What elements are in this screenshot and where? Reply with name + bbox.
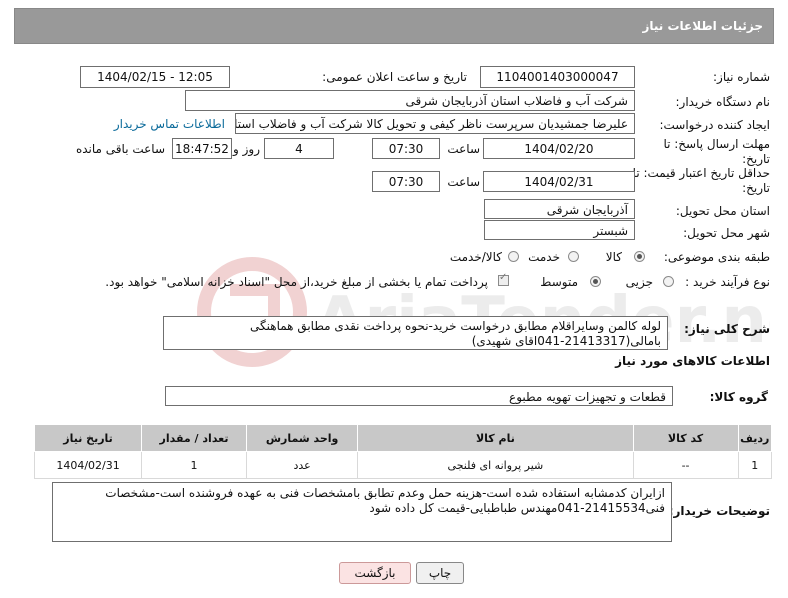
price-validity-label: حداقل تاریخ اعتبار قیمت: تا تاریخ: (632, 166, 770, 195)
print-button[interactable]: چاپ (416, 562, 464, 584)
col-unit: واحد شمارش (246, 424, 359, 452)
province-field: آذربایجان شرقی (484, 199, 635, 219)
col-goods-code: کد کالا (632, 424, 739, 452)
category-label: طبقه بندی موضوعی: (663, 250, 770, 264)
buyer-notes-field: ازایران کدمشابه استفاده شده است-هزینه حم… (52, 482, 672, 542)
contact-info-link[interactable]: اطلاعات تماس خریدار (114, 117, 225, 131)
announce-field: 1404/02/15 - 12:05 (80, 66, 230, 88)
city-field: شبستر (484, 220, 635, 240)
buyer-notes-label: توضیحات خریدار: (668, 504, 770, 518)
province-label: استان محل تحویل: (675, 204, 770, 218)
category-radio-goods-service[interactable] (508, 251, 519, 262)
col-quantity: تعداد / مقدار (141, 424, 248, 452)
need-date: 1404/02/31 (33, 451, 143, 479)
col-goods-name: نام کالا (357, 424, 634, 452)
reply-time-label: ساعت (447, 142, 480, 156)
announce-label: تاریخ و ساعت اعلان عمومی: (322, 70, 467, 84)
table-row: 1 -- شیر پروانه ای فلنجی عدد 1 1404/02/3… (33, 451, 773, 479)
price-time-label: ساعت (447, 175, 480, 189)
price-date-field: 1404/02/31 (483, 171, 635, 192)
quantity: 1 (141, 451, 248, 479)
days-label: روز و (233, 142, 260, 156)
treasury-payment-note: پرداخت تمام یا بخشی از مبلغ خرید،از محل … (105, 275, 488, 289)
process-radio-medium[interactable] (590, 276, 601, 287)
process-radio-minor[interactable] (663, 276, 674, 287)
goods-name: شیر پروانه ای فلنجی (357, 451, 634, 479)
row-number: 1 (737, 451, 773, 479)
reply-date-field: 1404/02/20 (483, 138, 635, 159)
col-need-date: تاریخ نیاز (33, 424, 143, 452)
buyer-org-label: نام دستگاه خریدار: (675, 95, 771, 109)
city-label: شهر محل تحویل: (683, 226, 770, 240)
goods-info-title: اطلاعات کالاهای مورد نیاز (615, 354, 770, 368)
summary-label: شرح کلی نیاز: (684, 322, 770, 336)
goods-group-field: قطعات و تجهیزات تهویه مطبوع (165, 386, 673, 406)
category-option-service: خدمت (528, 250, 560, 264)
need-number-field: 1104001403000047 (480, 66, 635, 88)
requester-field: علیرضا جمشیدیان سرپرست ناظر کیفی و تحویل… (235, 113, 635, 134)
category-option-goods: کالا (605, 250, 622, 264)
items-table-header: ردیف کد کالا نام کالا واحد شمارش تعداد /… (33, 424, 773, 452)
category-option-goods-service: کالا/خدمت (449, 250, 502, 264)
unit: عدد (246, 451, 359, 479)
buyer-org-field: شرکت آب و فاضلاب استان آذربایجان شرقی (185, 90, 635, 111)
goods-group-label: گروه کالا: (709, 390, 768, 404)
summary-field: لوله کالمن وسایراقلام مطابق درخواست خرید… (163, 316, 668, 350)
process-option-minor: جزیی (625, 275, 653, 289)
remaining-time-field: 18:47:52 (172, 138, 232, 159)
reply-time-field: 07:30 (372, 138, 440, 159)
process-option-medium: متوسط (540, 275, 578, 289)
requester-label: ایجاد کننده درخواست: (659, 118, 770, 132)
need-number-label: شماره نیاز: (713, 70, 770, 84)
reply-deadline-label: مهلت ارسال پاسخ: تا تاریخ: (663, 137, 770, 166)
days-field: 4 (264, 138, 334, 159)
process-label: نوع فرآیند خرید : (685, 275, 770, 289)
treasury-payment-checkbox[interactable] (498, 272, 509, 286)
back-button[interactable]: بازگشت (339, 562, 411, 584)
category-radio-service[interactable] (568, 251, 579, 262)
page-header: جزئیات اطلاعات نیاز (14, 8, 774, 44)
page-title: جزئیات اطلاعات نیاز (642, 19, 763, 33)
price-time-field: 07:30 (372, 171, 440, 192)
goods-code: -- (632, 451, 739, 479)
category-radio-goods[interactable] (634, 251, 645, 262)
items-table: ردیف کد کالا نام کالا واحد شمارش تعداد /… (33, 424, 773, 479)
col-row-number: ردیف (737, 424, 773, 452)
remaining-time-label: ساعت باقی مانده (75, 142, 165, 156)
